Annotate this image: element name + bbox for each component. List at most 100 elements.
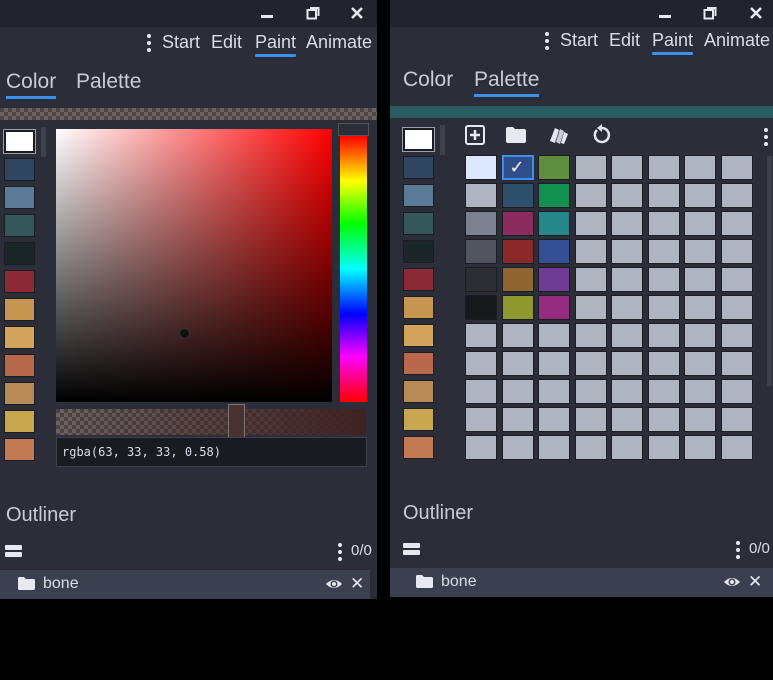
outliner-row[interactable]: bone ✕ [390, 568, 773, 597]
palette-color-cell[interactable] [465, 379, 497, 404]
palette-color-cell[interactable] [611, 435, 643, 460]
palette-color-cell[interactable] [538, 407, 570, 432]
palette-color-cell[interactable] [574, 267, 607, 292]
palette-color-cell[interactable] [611, 155, 643, 180]
palette-color-cell[interactable] [647, 239, 680, 264]
palette-color-cell[interactable] [465, 351, 497, 376]
palette-color-cell[interactable] [720, 435, 753, 460]
palette-color-cell[interactable] [611, 183, 643, 208]
outliner-menu-icon[interactable] [735, 541, 741, 559]
palette-color-cell[interactable] [684, 267, 716, 292]
palette-color-cell[interactable] [538, 379, 570, 404]
palette-color-cell[interactable] [611, 295, 643, 320]
palette-color-cell[interactable] [538, 183, 570, 208]
close-icon[interactable] [347, 4, 367, 22]
palette-color-cell[interactable] [538, 239, 570, 264]
add-icon[interactable] [464, 124, 486, 146]
palette-color-cell[interactable] [574, 351, 607, 376]
palette-color-cell[interactable] [647, 435, 680, 460]
palette-color-cell[interactable] [501, 407, 534, 432]
recent-color-swatch[interactable] [4, 410, 35, 433]
recent-color-swatch[interactable] [403, 212, 434, 235]
palette-color-cell[interactable] [684, 155, 716, 180]
recent-colors-scrollbar[interactable] [41, 127, 46, 157]
collapse-all-icon[interactable] [5, 545, 22, 558]
recent-color-swatch[interactable] [4, 270, 35, 293]
palette-color-cell[interactable] [611, 323, 643, 348]
recent-color-swatch[interactable] [403, 184, 434, 207]
minimize-icon[interactable] [257, 4, 277, 22]
palette-color-cell[interactable]: ✓ [501, 155, 534, 180]
recent-color-swatch[interactable] [4, 438, 35, 461]
palette-color-cell[interactable] [574, 239, 607, 264]
more-icon[interactable] [146, 34, 152, 52]
palette-color-cell[interactable] [647, 155, 680, 180]
recent-color-swatch[interactable] [403, 240, 434, 263]
saturation-value-picker[interactable] [56, 129, 332, 402]
palette-color-cell[interactable] [501, 351, 534, 376]
palette-color-cell[interactable] [501, 239, 534, 264]
palette-color-cell[interactable] [538, 435, 570, 460]
palette-color-cell[interactable] [720, 351, 753, 376]
close-icon[interactable] [746, 4, 766, 22]
palette-color-cell[interactable] [684, 211, 716, 236]
palette-color-cell[interactable] [720, 295, 753, 320]
palette-color-cell[interactable] [611, 267, 643, 292]
delete-icon[interactable]: ✕ [748, 572, 762, 592]
recent-color-swatch[interactable] [4, 214, 35, 237]
palette-color-cell[interactable] [647, 211, 680, 236]
restore-icon[interactable] [303, 4, 323, 22]
hue-slider[interactable] [340, 136, 367, 402]
visibility-icon[interactable] [723, 574, 741, 590]
palette-color-cell[interactable] [684, 323, 716, 348]
palette-color-cell[interactable] [574, 435, 607, 460]
recent-color-swatch[interactable] [403, 156, 434, 179]
palette-color-cell[interactable] [611, 379, 643, 404]
tab-palette[interactable]: Palette [474, 68, 540, 97]
palette-color-cell[interactable] [574, 183, 607, 208]
recent-color-swatch[interactable] [3, 129, 36, 154]
palette-color-cell[interactable] [538, 155, 570, 180]
palette-color-cell[interactable] [684, 239, 716, 264]
palette-color-cell[interactable] [501, 295, 534, 320]
recent-color-swatch[interactable] [4, 298, 35, 321]
sv-cursor[interactable] [179, 328, 190, 339]
recent-color-swatch[interactable] [402, 127, 435, 152]
outliner-row[interactable]: bone ✕ [0, 570, 370, 599]
recent-colors-scrollbar[interactable] [440, 125, 445, 155]
recent-color-swatch[interactable] [4, 382, 35, 405]
palette-color-cell[interactable] [465, 211, 497, 236]
folder-icon[interactable] [505, 124, 527, 146]
menu-paint[interactable]: Paint [652, 30, 694, 55]
palette-color-cell[interactable] [465, 295, 497, 320]
minimize-icon[interactable] [655, 4, 675, 22]
palette-color-cell[interactable] [611, 407, 643, 432]
palette-color-cell[interactable] [720, 155, 753, 180]
sort-icon[interactable] [547, 124, 569, 146]
palette-color-cell[interactable] [538, 295, 570, 320]
palette-color-cell[interactable] [574, 155, 607, 180]
delete-icon[interactable]: ✕ [350, 574, 364, 594]
palette-color-cell[interactable] [684, 407, 716, 432]
palette-color-cell[interactable] [501, 183, 534, 208]
palette-color-cell[interactable] [684, 295, 716, 320]
alpha-handle[interactable] [228, 404, 245, 438]
recent-color-swatch[interactable] [4, 354, 35, 377]
palette-color-cell[interactable] [465, 323, 497, 348]
palette-color-cell[interactable] [465, 407, 497, 432]
palette-color-cell[interactable] [465, 239, 497, 264]
menu-edit[interactable]: Edit [609, 30, 640, 51]
recent-color-swatch[interactable] [403, 436, 434, 459]
palette-color-cell[interactable] [574, 407, 607, 432]
palette-color-cell[interactable] [647, 295, 680, 320]
palette-color-cell[interactable] [538, 211, 570, 236]
tab-palette[interactable]: Palette [76, 70, 141, 94]
menu-edit[interactable]: Edit [211, 32, 242, 53]
palette-color-cell[interactable] [720, 239, 753, 264]
recent-color-swatch[interactable] [4, 326, 35, 349]
palette-color-cell[interactable] [465, 435, 497, 460]
palette-color-cell[interactable] [647, 323, 680, 348]
palette-color-cell[interactable] [684, 351, 716, 376]
recent-color-swatch[interactable] [403, 352, 434, 375]
palette-color-cell[interactable] [501, 379, 534, 404]
